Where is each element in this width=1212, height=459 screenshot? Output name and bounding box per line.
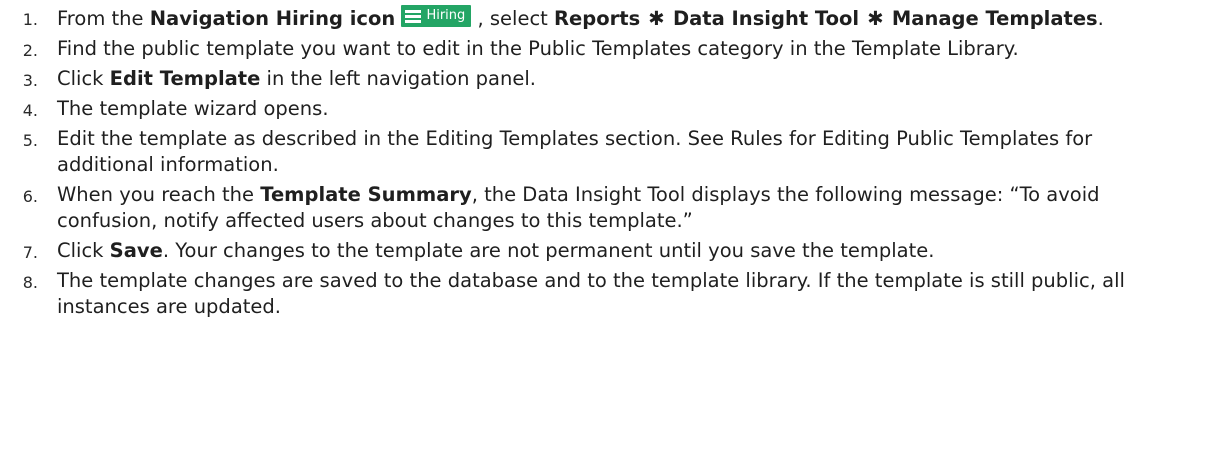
save-label: Save [109,239,163,262]
step-5: 5. Edit the template as described in the… [0,126,1212,178]
menu-separator-icon: ✱ [648,7,665,30]
step-7: 7. Click Save. Your changes to the templ… [0,238,1212,264]
menu-path-data-insight-tool: Data Insight Tool [672,7,860,30]
step-text: Click [57,67,110,90]
step-8: 8. The template changes are saved to the… [0,268,1212,320]
step-number: 6. [22,187,38,206]
step-2: 2. Find the public template you want to … [0,36,1212,62]
menu-path-reports: Reports [554,7,641,30]
hamburger-menu-icon [405,9,422,23]
step-text: Edit the template as described in the Ed… [57,127,1093,176]
step-number: 8. [22,273,38,292]
step-text: Click [57,239,110,262]
step-text: . [1097,7,1104,30]
step-text: The template changes are saved to the da… [57,269,1125,318]
step-text: When you reach the [57,183,261,206]
navigation-hiring-icon-label: Navigation Hiring icon [149,7,396,30]
step-text: Find the public template you want to edi… [57,37,1019,60]
step-text: in the left navigation panel. [260,67,536,90]
step-number: 3. [22,71,38,90]
edit-template-label: Edit Template [109,67,261,90]
step-1: 1. From the Navigation Hiring icon Hirin… [0,5,1212,32]
steps-list: 1. From the Navigation Hiring icon Hirin… [0,5,1212,324]
step-text: , select [471,7,555,30]
step-number: 1. [22,10,38,29]
step-4: 4. The template wizard opens. [0,96,1212,122]
step-3: 3. Click Edit Template in the left navig… [0,66,1212,92]
step-text: . Your changes to the template are not p… [162,239,935,262]
hiring-icon-label: Hiring [426,8,466,23]
step-text: From the [57,7,150,30]
step-number: 2. [22,41,38,60]
step-number: 4. [22,101,38,120]
step-6: 6. When you reach the Template Summary, … [0,182,1212,234]
step-number: 5. [22,131,38,150]
hiring-nav-icon: Hiring [401,5,472,27]
menu-path-manage-templates: Manage Templates [891,7,1098,30]
step-text: The template wizard opens. [57,97,329,120]
template-summary-label: Template Summary [260,183,472,206]
menu-separator-icon: ✱ [867,7,884,30]
step-number: 7. [22,243,38,262]
